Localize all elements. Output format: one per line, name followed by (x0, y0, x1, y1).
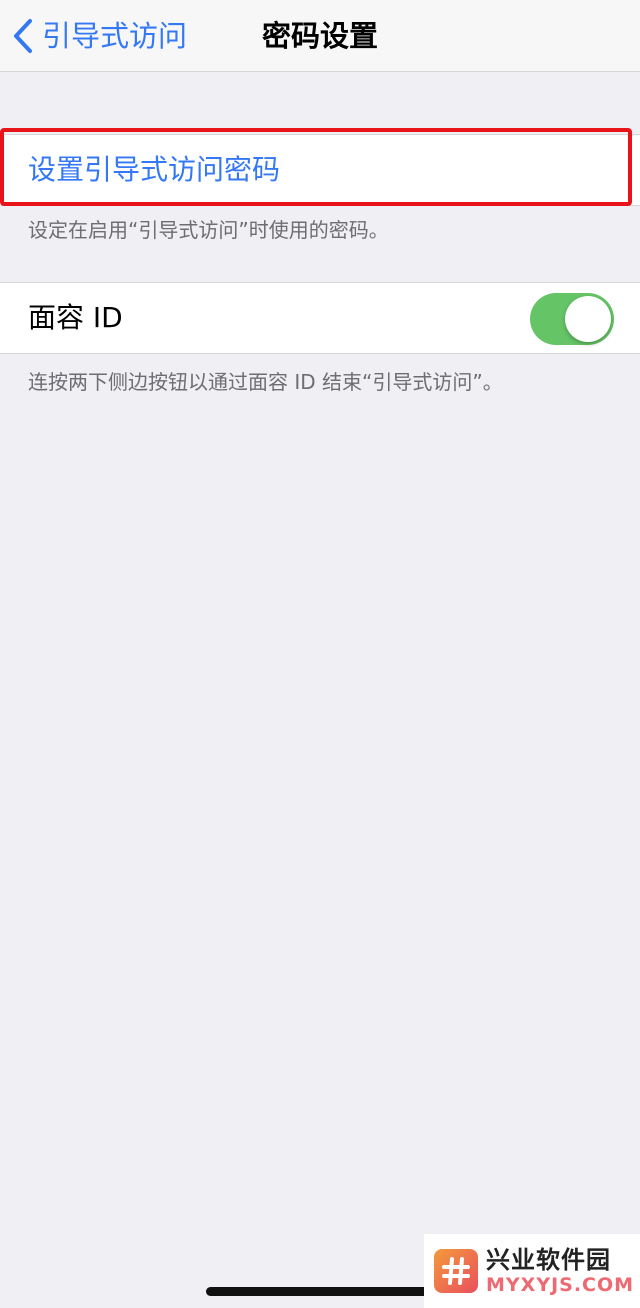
watermark-name: 兴业软件园 (486, 1246, 611, 1274)
watermark-text: 兴业软件园 MYXYJS.COM (486, 1246, 634, 1296)
face-id-footer-note: 连按两下侧边按钮以通过面容 ID 结束“引导式访问”。 (28, 370, 503, 394)
passcode-footer-note: 设定在启用“引导式访问”时使用的密码。 (28, 218, 389, 242)
face-id-label: 面容 ID (28, 301, 123, 334)
home-indicator (206, 1287, 434, 1296)
toggle-knob (565, 296, 611, 342)
page-title: 密码设置 (261, 19, 378, 53)
set-passcode-label[interactable]: 设置引导式访问密码 (28, 135, 280, 205)
watermark-domain: MYXYJS.COM (486, 1274, 635, 1296)
face-id-toggle[interactable] (530, 293, 614, 345)
set-passcode-row[interactable]: 设置引导式访问密码 (0, 134, 640, 206)
face-id-row: 面容 ID (0, 282, 640, 354)
navigation-bar: 引导式访问 密码设置 (0, 0, 640, 72)
watermark: 兴业软件园 MYXYJS.COM (424, 1234, 640, 1308)
hash-logo-icon (434, 1249, 478, 1293)
